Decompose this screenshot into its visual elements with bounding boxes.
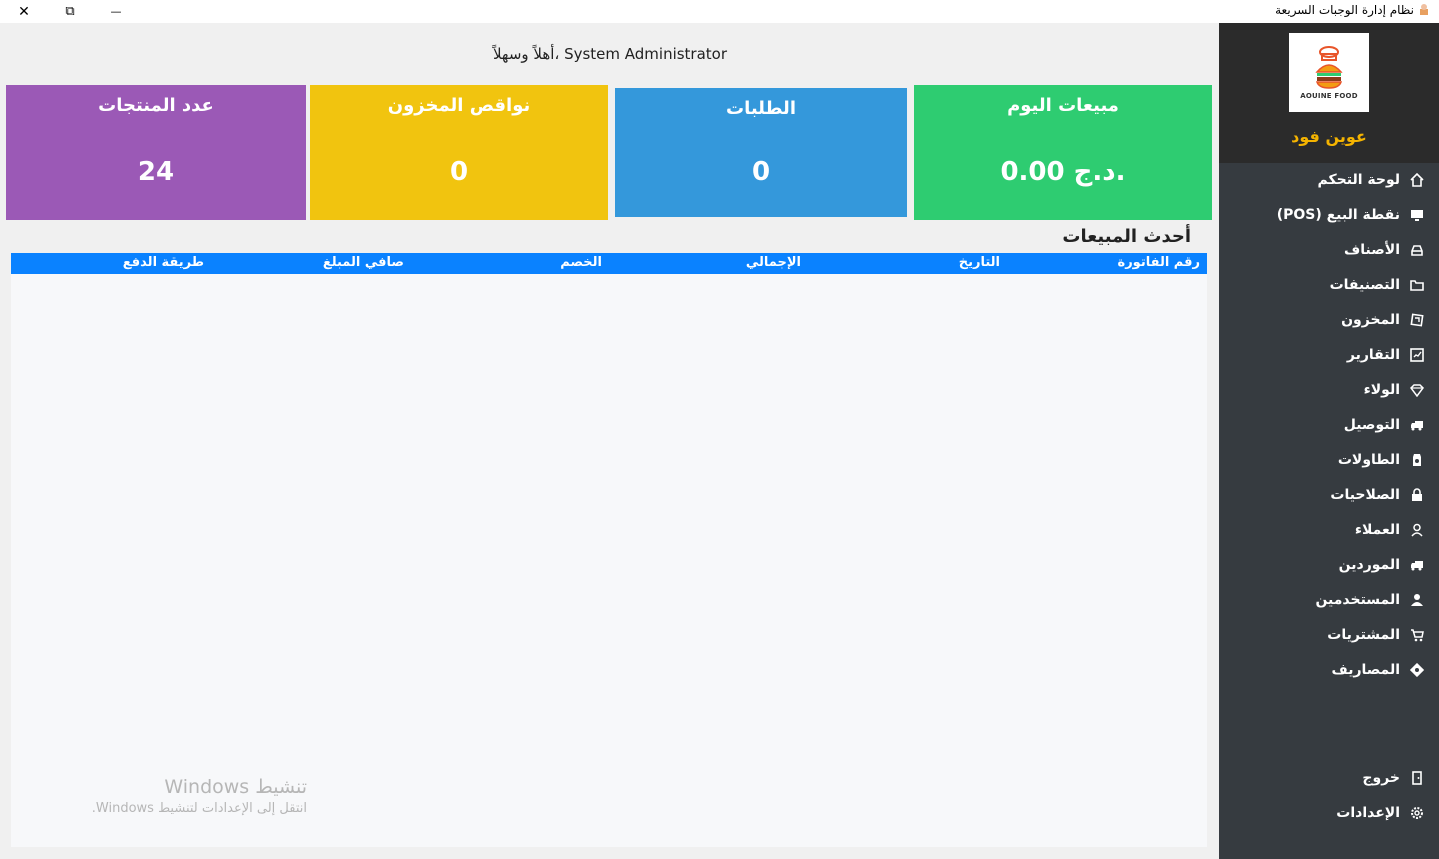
nav-label: المصاريف xyxy=(1331,662,1400,678)
card-title: نواقص المخزون xyxy=(387,95,531,116)
today-sales-card: مبيعات اليوم 0.00 د.ج. xyxy=(914,85,1212,220)
nav-label: الولاء xyxy=(1363,382,1400,398)
nav-label: لوحة التحكم xyxy=(1317,172,1400,188)
orders-card: الطلبات 0 xyxy=(615,88,907,217)
truck-icon xyxy=(1410,418,1424,432)
report-icon xyxy=(1410,348,1424,362)
nav-label: الإعدادات xyxy=(1336,805,1400,821)
app-icon xyxy=(1419,4,1429,16)
table-icon xyxy=(1410,453,1424,467)
card-value: 0 xyxy=(751,157,771,187)
column-header-date[interactable]: التاريخ xyxy=(959,255,1000,270)
column-header-net-amount[interactable]: صافي المبلغ xyxy=(323,255,404,270)
exit-icon xyxy=(1410,771,1424,785)
column-header-payment-method[interactable]: طريقة الدفع xyxy=(123,255,204,270)
lock-icon xyxy=(1410,488,1424,502)
window-title: نظام إدارة الوجبات السريعة xyxy=(1275,3,1414,17)
supplier-truck-icon xyxy=(1410,558,1424,572)
nav-delivery[interactable]: التوصيل xyxy=(1344,412,1424,438)
nav-label: العملاء xyxy=(1354,522,1400,538)
low-stock-card: نواقص المخزون 0 xyxy=(310,85,608,220)
nav-label: المشتريات xyxy=(1327,627,1400,643)
box-icon xyxy=(1410,243,1424,257)
nav-users[interactable]: المستخدمين xyxy=(1315,587,1424,613)
nav-label: الصلاحيات xyxy=(1330,487,1400,503)
money-icon xyxy=(1410,663,1424,677)
minimize-button[interactable]: — xyxy=(96,0,136,23)
nav-customers[interactable]: العملاء xyxy=(1355,517,1424,543)
card-value: 0 xyxy=(449,157,469,187)
card-value: 0.00 د.ج. xyxy=(1000,157,1126,187)
restore-button[interactable]: ⧉ xyxy=(50,0,90,23)
card-title: مبيعات اليوم xyxy=(1007,95,1119,116)
sidebar: AOUINE FOOD عوين فود لوحة التحكم نقطة ال… xyxy=(1219,23,1439,859)
nav-label: التوصيل xyxy=(1343,417,1400,433)
users-icon xyxy=(1410,593,1424,607)
nav-label: المخزون xyxy=(1341,312,1400,328)
column-header-invoice[interactable]: رقم الفاتورة xyxy=(1118,255,1200,270)
nav-loyalty[interactable]: الولاء xyxy=(1364,377,1424,403)
nav-permissions[interactable]: الصلاحيات xyxy=(1330,482,1424,508)
folder-icon xyxy=(1410,278,1424,292)
home-icon xyxy=(1410,173,1424,187)
monitor-icon xyxy=(1410,208,1424,222)
window-title-area: نظام إدارة الوجبات السريعة xyxy=(1275,3,1429,17)
nav-label: الطاولات xyxy=(1337,452,1400,468)
close-button[interactable]: ✕ xyxy=(4,0,44,23)
nav-label: التقارير xyxy=(1346,347,1400,363)
nav-pos[interactable]: نقطة البيع (POS) xyxy=(1277,202,1424,228)
nav-items[interactable]: الأصناف xyxy=(1344,237,1424,263)
nav-exit[interactable]: خروج xyxy=(1362,765,1424,791)
user-icon xyxy=(1410,523,1424,537)
nav-purchases[interactable]: المشتريات xyxy=(1327,622,1424,648)
nav-label: المستخدمين xyxy=(1315,592,1400,608)
diamond-icon xyxy=(1410,383,1424,397)
logo-text: AOUINE FOOD xyxy=(1300,91,1358,100)
nav-tables[interactable]: الطاولات xyxy=(1338,447,1424,473)
welcome-text: أهلاً وسهلاً، System Administrator xyxy=(492,45,728,63)
cart-icon xyxy=(1410,628,1424,642)
burger-chef-icon xyxy=(1315,45,1343,89)
nav-suppliers[interactable]: الموردين xyxy=(1339,552,1424,578)
card-title: الطلبات xyxy=(725,98,796,119)
brand-logo: AOUINE FOOD xyxy=(1289,33,1369,112)
column-header-total[interactable]: الإجمالي xyxy=(746,255,801,270)
nav-label: الموردين xyxy=(1338,557,1400,573)
activation-watermark-subtitle: انتقل إلى الإعدادات لتنشيط Windows. xyxy=(91,801,307,816)
nav-label: نقطة البيع (POS) xyxy=(1276,207,1400,223)
brand-name: عوين فود xyxy=(1291,127,1367,146)
warehouse-icon xyxy=(1410,313,1424,327)
recent-sales-table[interactable]: رقم الفاتورة التاريخ الإجمالي الخصم صافي… xyxy=(11,253,1207,847)
nav-label: خروج xyxy=(1362,770,1400,786)
products-count-card: عدد المنتجات 24 xyxy=(6,85,306,220)
nav-label: التصنيفات xyxy=(1329,277,1400,293)
nav-settings[interactable]: الإعدادات xyxy=(1336,800,1424,826)
title-bar: ✕ ⧉ — نظام إدارة الوجبات السريعة xyxy=(0,0,1439,23)
nav-dashboard[interactable]: لوحة التحكم xyxy=(1318,167,1424,193)
card-value: 24 xyxy=(137,157,175,187)
nav-categories[interactable]: التصنيفات xyxy=(1330,272,1424,298)
nav-inventory[interactable]: المخزون xyxy=(1341,307,1424,333)
card-title: عدد المنتجات xyxy=(98,95,214,116)
gear-icon xyxy=(1410,806,1424,820)
brand-block: AOUINE FOOD عوين فود xyxy=(1219,23,1439,163)
column-header-discount[interactable]: الخصم xyxy=(560,255,602,270)
nav-reports[interactable]: التقارير xyxy=(1347,342,1424,368)
table-header: رقم الفاتورة التاريخ الإجمالي الخصم صافي… xyxy=(11,253,1207,274)
nav-expenses[interactable]: المصاريف xyxy=(1332,657,1424,683)
nav-label: الأصناف xyxy=(1344,242,1400,258)
activation-watermark-title: تنشيط Windows xyxy=(164,776,307,798)
recent-sales-title: أحدث المبيعات xyxy=(1062,226,1191,247)
